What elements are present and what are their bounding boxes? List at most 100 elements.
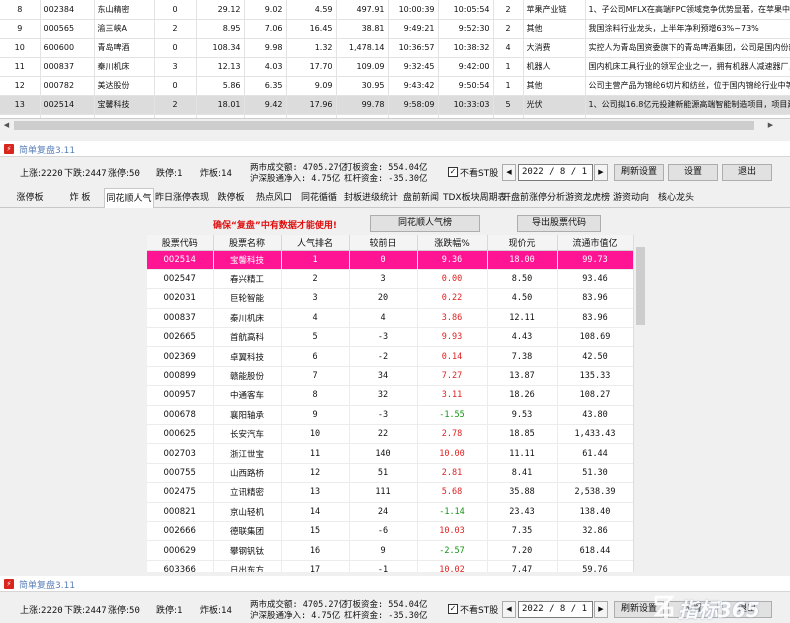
scroll-left-icon[interactable]: ◀ <box>1 120 12 131</box>
scroll-right-icon[interactable]: ▶ <box>765 120 776 131</box>
table-row[interactable]: 13 002514 宝馨科技 2 18.01 9.42 17.96 99.78 9:58:09 1… <box>0 95 790 115</box>
column-header[interactable]: 较前日 <box>349 235 418 251</box>
table-cell: 13.87 <box>487 366 558 387</box>
exit-button[interactable]: 退出 <box>722 164 772 181</box>
table-cell: 2 <box>154 95 197 115</box>
scroll-thumb[interactable] <box>636 247 645 325</box>
table-row[interactable]: 000837 秦川机床 4 4 3.86 12.11 83.96 <box>147 308 633 329</box>
table-cell: 宝馨科技 <box>213 250 282 270</box>
table-row[interactable]: 000678 襄阳轴承 9 -3 -1.55 9.53 43.80 <box>147 405 633 426</box>
tab-item[interactable]: 盘前新闻 <box>400 188 442 208</box>
table-cell: 9:42:00 <box>438 57 494 77</box>
table-cell: 3.11 <box>417 385 488 406</box>
refresh-settings-button[interactable]: 刷新设置 <box>614 164 664 181</box>
table-cell: 002514 <box>147 250 214 270</box>
table-cell: 35.88 <box>487 482 558 503</box>
watermark-text: 指标365 <box>678 598 760 622</box>
down-count: 下跌:2447 <box>64 169 107 179</box>
table-cell: 12 <box>0 76 41 96</box>
date-input[interactable]: 2022 / 8 / 1 <box>518 164 593 181</box>
market-summary-bar: 上涨:2220 下跌:2447 涨停:50 跌停:1 炸板:14 两市成交额: … <box>0 160 790 184</box>
date-prev-icon[interactable]: ◀ <box>502 164 516 181</box>
tab-item[interactable]: 封板进级统计 <box>343 188 399 208</box>
table-row[interactable]: 000821 京山轻机 14 24 -1.14 23.43 138.40 <box>147 502 633 522</box>
column-header[interactable]: 现价元 <box>487 235 558 251</box>
table-row[interactable]: 002703 浙江世宝 11 140 10.00 11.11 61.44 <box>147 443 633 464</box>
tab-item[interactable]: 游资动向 <box>610 188 652 208</box>
table-row[interactable]: 8 002384 东山精密 0 29.12 9.02 4.59 497.91 10:00:39 1… <box>0 0 790 20</box>
table-row[interactable]: 000629 攀钢钒钛 16 9 -2.57 7.20 618.44 <box>147 540 633 561</box>
table-row[interactable]: 9 000565 渝三峡A 2 8.95 7.06 16.45 38.81 9:49:21 9:5… <box>0 19 790 39</box>
date-input[interactable]: 2022 / 8 / 1 <box>518 601 593 618</box>
table-row[interactable]: 12 000782 美达股份 0 5.86 6.35 9.09 30.95 9:43:42 9:5… <box>0 76 790 96</box>
table-cell: 93.46 <box>557 269 633 290</box>
tab-item[interactable]: 涨停板 <box>4 188 56 208</box>
table-row[interactable]: 002665 首航高科 5 -3 9.93 4.43 108.69 <box>147 327 633 348</box>
table-cell: 5.68 <box>417 482 488 503</box>
table-cell: 18.01 <box>196 95 245 115</box>
date-next-icon[interactable]: ▶ <box>594 164 608 181</box>
tab-item[interactable]: 热点风口 <box>252 188 296 208</box>
column-header[interactable]: 流通市值亿 <box>557 235 633 251</box>
table-row[interactable]: 11 000837 秦川机床 3 12.13 4.03 17.70 109.09 9:32:45… <box>0 57 790 77</box>
table-row[interactable]: 000625 长安汽车 10 22 2.78 18.85 1,433.43 <box>147 424 633 445</box>
date-next-icon[interactable]: ▶ <box>594 601 608 618</box>
column-header[interactable]: 股票代码 <box>147 235 214 251</box>
table-cell: 2.81 <box>417 463 488 484</box>
column-header[interactable]: 人气排名 <box>281 235 350 251</box>
column-header[interactable]: 涨跌幅% <box>417 235 488 251</box>
table-cell: 002514 <box>40 95 95 115</box>
window-title: 简单复盘3.11 <box>19 146 76 156</box>
tab-item[interactable]: 跌停板 <box>211 188 251 208</box>
table-cell: 9.93 <box>417 327 488 348</box>
table-cell: 111 <box>349 482 418 503</box>
tab-item[interactable]: 游资龙虎榜 <box>565 188 610 208</box>
tab-item[interactable]: TDX板块周期表 <box>443 188 507 208</box>
table-cell: -3 <box>349 327 418 348</box>
table-cell: 17.96 <box>286 95 337 115</box>
hide-st-label: 不看ST股 <box>460 169 499 179</box>
table-cell: 赣能股份 <box>213 366 282 387</box>
table-cell: 宝馨科技 <box>94 95 155 115</box>
tab-item[interactable]: 昨日涨停表现 <box>154 188 210 208</box>
table-cell: 青岛啤酒 <box>94 38 155 58</box>
horizontal-scrollbar[interactable]: ◀ ▶ <box>0 118 790 131</box>
ths-rank-button[interactable]: 同花顺人气榜 <box>370 215 480 232</box>
table-cell: 618.44 <box>557 540 633 561</box>
tab-item[interactable]: 开盘前涨停分析 <box>502 188 565 208</box>
table-row[interactable]: 002514 宝馨科技 1 0 9.36 18.00 99.73 <box>147 250 633 270</box>
table-row[interactable]: 10 600600 青岛啤酒 0 108.34 9.98 1.32 1,478.14 10:36… <box>0 38 790 58</box>
vertical-scrollbar[interactable] <box>633 235 646 572</box>
scroll-thumb[interactable] <box>14 121 754 130</box>
table-cell: 000782 <box>40 76 95 96</box>
table-cell: 0.00 <box>417 269 488 290</box>
hide-st-checkbox[interactable]: ✓ <box>448 167 458 177</box>
hide-st-checkbox[interactable]: ✓ <box>448 604 458 614</box>
table-cell: 秦川机床 <box>213 308 282 329</box>
limit-up-count: 涨停:50 <box>108 169 140 179</box>
tab-item[interactable]: 同花循循 <box>296 188 342 208</box>
table-cell: 2,538.39 <box>557 482 633 503</box>
table-row[interactable]: 603366 日出东方 17 -1 10.02 7.47 59.76 <box>147 560 633 572</box>
tab-item[interactable]: 炸 板 <box>58 188 102 208</box>
table-cell: 5.86 <box>196 76 245 96</box>
table-row[interactable]: 002666 德联集团 15 -6 10.03 7.35 32.86 <box>147 521 633 542</box>
table-row[interactable]: 000755 山西路桥 12 51 2.81 8.41 51.30 <box>147 463 633 484</box>
table-cell: 61.44 <box>557 443 633 464</box>
table-row[interactable]: 002475 立讯精密 13 111 5.68 35.88 2,538.39 <box>147 482 633 503</box>
table-cell: 攀钢钒钛 <box>213 540 282 561</box>
export-codes-button[interactable]: 导出股票代码 <box>517 215 601 232</box>
table-cell: 山西路桥 <box>213 463 282 484</box>
table-row[interactable]: 002369 卓翼科技 6 -2 0.14 7.38 42.50 <box>147 346 633 367</box>
table-cell: 国内机床工具行业的领军企业之一，拥有机器人减速器厂，与G <box>585 57 790 77</box>
table-row[interactable]: 002031 巨轮智能 3 20 0.22 4.50 83.96 <box>147 288 633 309</box>
date-prev-icon[interactable]: ◀ <box>502 601 516 618</box>
app-icon: ⚡ <box>4 579 14 589</box>
settings-button[interactable]: 设置 <box>668 164 718 181</box>
table-row[interactable]: 000957 中通客车 8 32 3.11 18.26 108.27 <box>147 385 633 406</box>
table-row[interactable]: 002547 春兴精工 2 3 0.00 8.50 93.46 <box>147 269 633 290</box>
tab-item[interactable]: 核心龙头 <box>653 188 699 208</box>
tab-item[interactable]: 同花顺人气 <box>104 188 154 208</box>
table-row[interactable]: 000899 赣能股份 7 34 7.27 13.87 135.33 <box>147 366 633 387</box>
column-header[interactable]: 股票名称 <box>213 235 282 251</box>
